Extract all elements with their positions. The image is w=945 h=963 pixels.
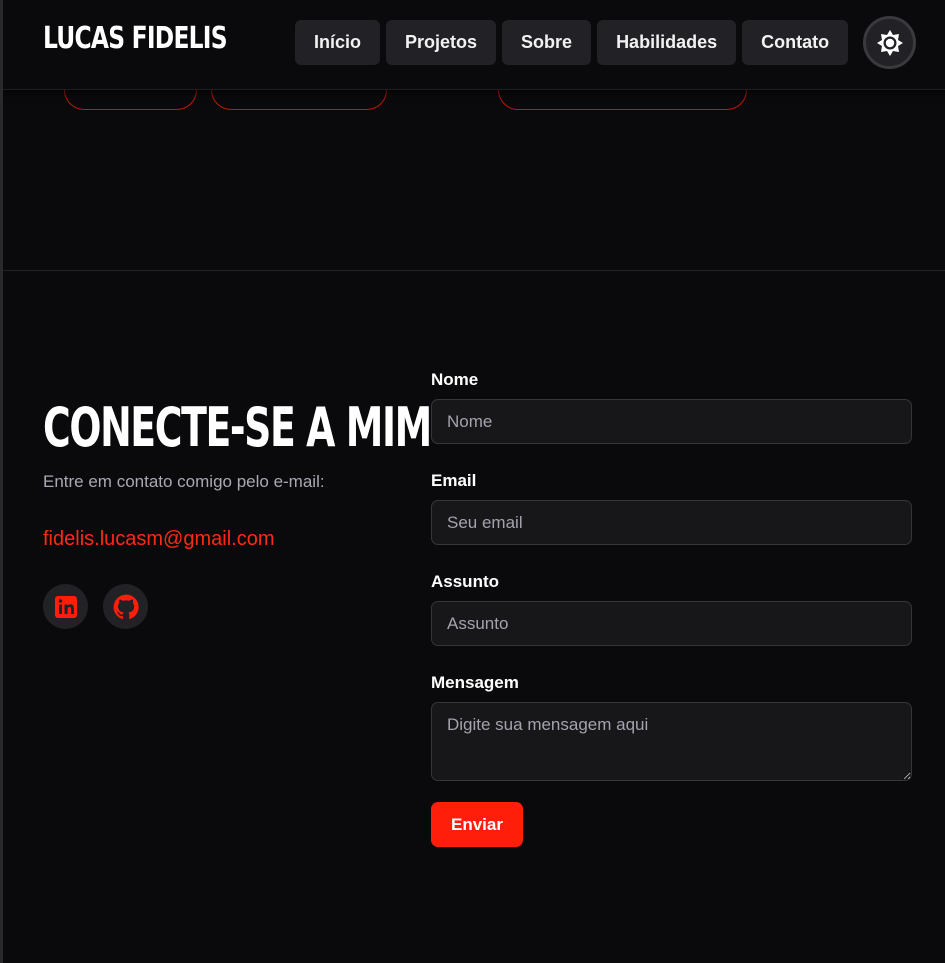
name-label: Nome: [431, 370, 479, 389]
message-textarea[interactable]: [431, 702, 912, 781]
section-divider: [3, 270, 945, 271]
social-links: [43, 584, 148, 629]
subject-input[interactable]: [431, 601, 912, 646]
contact-subtitle: Entre em contato comigo pelo e-mail:: [43, 472, 325, 491]
email-label: Email: [431, 471, 477, 490]
sun-icon: [876, 29, 903, 56]
nav-item-habilidades[interactable]: Habilidades: [597, 20, 737, 65]
github-icon: [113, 594, 139, 619]
name-input[interactable]: [431, 399, 912, 444]
subject-label: Assunto: [431, 572, 499, 591]
contact-email-link[interactable]: fidelis.lucasm@gmail.com: [43, 528, 274, 551]
contact-title: CONECTE-SE A MIM: [43, 396, 432, 459]
page: LUCAS FIDELIS Início Projetos Sobre Habi…: [0, 0, 945, 963]
theme-toggle-button[interactable]: [863, 16, 916, 69]
nav-item-sobre[interactable]: Sobre: [502, 20, 592, 65]
linkedin-button[interactable]: [43, 584, 88, 629]
site-logo[interactable]: LUCAS FIDELIS: [43, 21, 228, 56]
email-input[interactable]: [431, 500, 912, 545]
nav-item-inicio[interactable]: Início: [295, 20, 381, 65]
contact-form: Nome Email Assunto Mensagem Enviar: [431, 369, 912, 847]
submit-button[interactable]: Enviar: [431, 802, 523, 847]
nav-item-contato[interactable]: Contato: [742, 20, 849, 65]
nav-item-projetos[interactable]: Projetos: [386, 20, 497, 65]
main-nav: Início Projetos Sobre Habilidades Contat…: [295, 20, 849, 65]
message-label: Mensagem: [431, 673, 519, 692]
linkedin-icon: [54, 595, 77, 618]
site-header: LUCAS FIDELIS Início Projetos Sobre Habi…: [3, 0, 945, 90]
github-button[interactable]: [103, 584, 148, 629]
